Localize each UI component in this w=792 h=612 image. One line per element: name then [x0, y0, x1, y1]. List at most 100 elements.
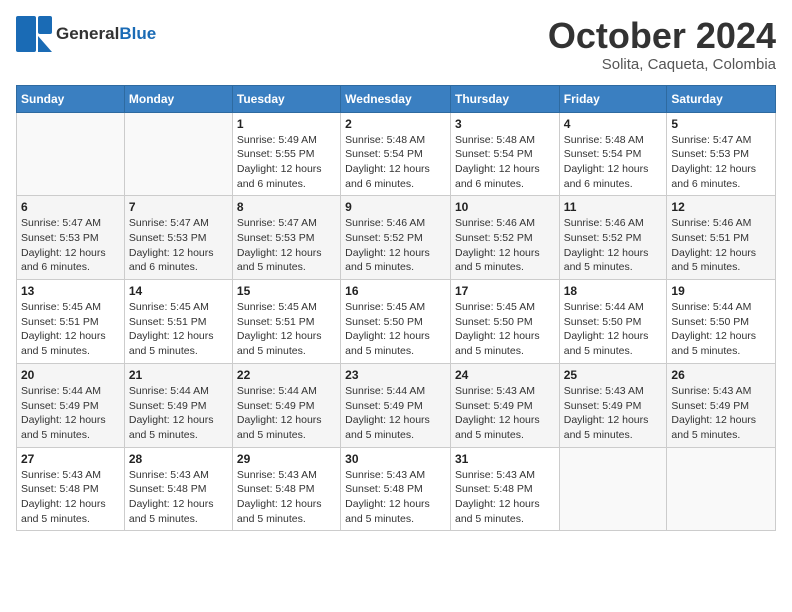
day-number: 21: [129, 368, 228, 382]
logo: GeneralBlue: [16, 16, 156, 52]
day-number: 3: [455, 117, 555, 131]
day-number: 9: [345, 200, 446, 214]
calendar-cell: 20 Sunrise: 5:44 AM Sunset: 5:49 PM Dayli…: [17, 363, 125, 447]
cell-info: Sunrise: 5:44 AM Sunset: 5:49 PM Dayligh…: [345, 384, 446, 443]
calendar-cell: 2 Sunrise: 5:48 AM Sunset: 5:54 PM Daylig…: [341, 112, 451, 196]
cell-info: Sunrise: 5:44 AM Sunset: 5:49 PM Dayligh…: [129, 384, 228, 443]
day-number: 26: [671, 368, 771, 382]
calendar-cell: 12 Sunrise: 5:46 AM Sunset: 5:51 PM Dayli…: [667, 196, 776, 280]
cell-info: Sunrise: 5:43 AM Sunset: 5:48 PM Dayligh…: [21, 468, 120, 527]
logo-general: General: [56, 24, 119, 43]
day-number: 14: [129, 284, 228, 298]
cell-info: Sunrise: 5:49 AM Sunset: 5:55 PM Dayligh…: [237, 133, 336, 192]
day-number: 12: [671, 200, 771, 214]
cell-info: Sunrise: 5:43 AM Sunset: 5:48 PM Dayligh…: [129, 468, 228, 527]
week-row-2: 6 Sunrise: 5:47 AM Sunset: 5:53 PM Daylig…: [17, 196, 776, 280]
cell-info: Sunrise: 5:47 AM Sunset: 5:53 PM Dayligh…: [21, 216, 120, 275]
calendar-cell: 9 Sunrise: 5:46 AM Sunset: 5:52 PM Daylig…: [341, 196, 451, 280]
calendar-cell: 16Sunrise: 5:45 AM Sunset: 5:50 PM Dayli…: [341, 280, 451, 364]
calendar-cell: 24Sunrise: 5:43 AM Sunset: 5:49 PM Dayli…: [450, 363, 559, 447]
week-row-4: 20 Sunrise: 5:44 AM Sunset: 5:49 PM Dayli…: [17, 363, 776, 447]
cell-info: Sunrise: 5:44 AM Sunset: 5:49 PM Dayligh…: [21, 384, 120, 443]
cell-info: Sunrise: 5:45 AM Sunset: 5:51 PM Dayligh…: [129, 300, 228, 359]
cell-info: Sunrise: 5:48 AM Sunset: 5:54 PM Dayligh…: [564, 133, 663, 192]
day-number: 28: [129, 452, 228, 466]
cell-info: Sunrise: 5:48 AM Sunset: 5:54 PM Dayligh…: [345, 133, 446, 192]
cell-info: Sunrise: 5:44 AM Sunset: 5:49 PM Dayligh…: [237, 384, 336, 443]
cell-info: Sunrise: 5:46 AM Sunset: 5:52 PM Dayligh…: [345, 216, 446, 275]
cell-info: Sunrise: 5:43 AM Sunset: 5:49 PM Dayligh…: [671, 384, 771, 443]
col-header-tuesday: Tuesday: [232, 85, 340, 112]
col-header-wednesday: Wednesday: [341, 85, 451, 112]
day-number: 29: [237, 452, 336, 466]
calendar-cell: 5 Sunrise: 5:47 AM Sunset: 5:53 PM Daylig…: [667, 112, 776, 196]
day-number: 13: [21, 284, 120, 298]
calendar-cell: 10Sunrise: 5:46 AM Sunset: 5:52 PM Dayli…: [450, 196, 559, 280]
cell-info: Sunrise: 5:48 AM Sunset: 5:54 PM Dayligh…: [455, 133, 555, 192]
cell-info: Sunrise: 5:46 AM Sunset: 5:52 PM Dayligh…: [564, 216, 663, 275]
calendar-cell: 17Sunrise: 5:45 AM Sunset: 5:50 PM Dayli…: [450, 280, 559, 364]
calendar-cell: 29 Sunrise: 5:43 AM Sunset: 5:48 PM Dayli…: [232, 447, 340, 531]
calendar-cell: 11 Sunrise: 5:46 AM Sunset: 5:52 PM Dayli…: [559, 196, 667, 280]
cell-info: Sunrise: 5:44 AM Sunset: 5:50 PM Dayligh…: [671, 300, 771, 359]
week-row-5: 27 Sunrise: 5:43 AM Sunset: 5:48 PM Dayli…: [17, 447, 776, 531]
calendar-header-row: SundayMondayTuesdayWednesdayThursdayFrid…: [17, 85, 776, 112]
calendar-cell: 19 Sunrise: 5:44 AM Sunset: 5:50 PM Dayli…: [667, 280, 776, 364]
day-number: 1: [237, 117, 336, 131]
cell-info: Sunrise: 5:43 AM Sunset: 5:48 PM Dayligh…: [237, 468, 336, 527]
cell-info: Sunrise: 5:45 AM Sunset: 5:51 PM Dayligh…: [21, 300, 120, 359]
col-header-sunday: Sunday: [17, 85, 125, 112]
calendar-body: 1 Sunrise: 5:49 AM Sunset: 5:55 PM Daylig…: [17, 112, 776, 531]
col-header-saturday: Saturday: [667, 85, 776, 112]
day-number: 15: [237, 284, 336, 298]
month-title: October 2024: [548, 16, 776, 56]
day-number: 30: [345, 452, 446, 466]
cell-info: Sunrise: 5:47 AM Sunset: 5:53 PM Dayligh…: [237, 216, 336, 275]
day-number: 23: [345, 368, 446, 382]
col-header-thursday: Thursday: [450, 85, 559, 112]
col-header-monday: Monday: [124, 85, 232, 112]
calendar-cell: 15 Sunrise: 5:45 AM Sunset: 5:51 PM Dayli…: [232, 280, 340, 364]
cell-info: Sunrise: 5:44 AM Sunset: 5:50 PM Dayligh…: [564, 300, 663, 359]
day-number: 5: [671, 117, 771, 131]
cell-info: Sunrise: 5:45 AM Sunset: 5:51 PM Dayligh…: [237, 300, 336, 359]
day-number: 19: [671, 284, 771, 298]
day-number: 25: [564, 368, 663, 382]
day-number: 27: [21, 452, 120, 466]
calendar-cell: 26 Sunrise: 5:43 AM Sunset: 5:49 PM Dayli…: [667, 363, 776, 447]
logo-icon: [16, 16, 52, 52]
logo-blue: Blue: [119, 24, 156, 43]
cell-info: Sunrise: 5:43 AM Sunset: 5:49 PM Dayligh…: [564, 384, 663, 443]
calendar-cell: 30Sunrise: 5:43 AM Sunset: 5:48 PM Dayli…: [341, 447, 451, 531]
cell-info: Sunrise: 5:43 AM Sunset: 5:48 PM Dayligh…: [455, 468, 555, 527]
day-number: 6: [21, 200, 120, 214]
calendar-cell: 23 Sunrise: 5:44 AM Sunset: 5:49 PM Dayli…: [341, 363, 451, 447]
calendar-cell: 8 Sunrise: 5:47 AM Sunset: 5:53 PM Daylig…: [232, 196, 340, 280]
page-header: GeneralBlue October 2024 Solita, Caqueta…: [16, 16, 776, 73]
calendar-cell: [17, 112, 125, 196]
day-number: 8: [237, 200, 336, 214]
day-number: 4: [564, 117, 663, 131]
day-number: 11: [564, 200, 663, 214]
day-number: 2: [345, 117, 446, 131]
calendar-table: SundayMondayTuesdayWednesdayThursdayFrid…: [16, 85, 776, 532]
day-number: 17: [455, 284, 555, 298]
calendar-cell: [124, 112, 232, 196]
cell-info: Sunrise: 5:47 AM Sunset: 5:53 PM Dayligh…: [671, 133, 771, 192]
calendar-cell: 4 Sunrise: 5:48 AM Sunset: 5:54 PM Daylig…: [559, 112, 667, 196]
day-number: 20: [21, 368, 120, 382]
cell-info: Sunrise: 5:43 AM Sunset: 5:49 PM Dayligh…: [455, 384, 555, 443]
day-number: 31: [455, 452, 555, 466]
week-row-1: 1 Sunrise: 5:49 AM Sunset: 5:55 PM Daylig…: [17, 112, 776, 196]
calendar-cell: 7Sunrise: 5:47 AM Sunset: 5:53 PM Daylig…: [124, 196, 232, 280]
day-number: 16: [345, 284, 446, 298]
calendar-cell: 22Sunrise: 5:44 AM Sunset: 5:49 PM Dayli…: [232, 363, 340, 447]
cell-info: Sunrise: 5:47 AM Sunset: 5:53 PM Dayligh…: [129, 216, 228, 275]
calendar-cell: 28 Sunrise: 5:43 AM Sunset: 5:48 PM Dayli…: [124, 447, 232, 531]
calendar-cell: [559, 447, 667, 531]
calendar-cell: 3 Sunrise: 5:48 AM Sunset: 5:54 PM Daylig…: [450, 112, 559, 196]
location: Solita, Caqueta, Colombia: [548, 56, 776, 73]
cell-info: Sunrise: 5:46 AM Sunset: 5:51 PM Dayligh…: [671, 216, 771, 275]
calendar-cell: 1 Sunrise: 5:49 AM Sunset: 5:55 PM Daylig…: [232, 112, 340, 196]
calendar-cell: 14 Sunrise: 5:45 AM Sunset: 5:51 PM Dayli…: [124, 280, 232, 364]
